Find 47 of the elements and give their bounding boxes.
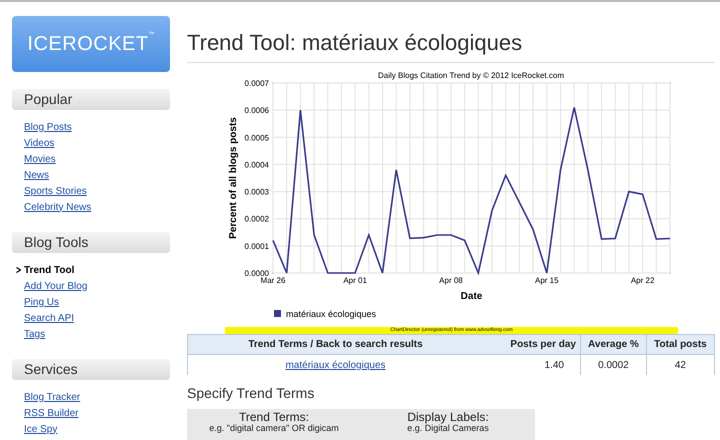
column-header: Total posts <box>646 334 714 354</box>
x-tick-label: Mar 26 <box>260 276 286 285</box>
sidebar-link[interactable]: Sports Stories <box>24 186 87 196</box>
y-tick-label: 0.0004 <box>244 160 269 170</box>
x-tick-label: Apr 01 <box>343 276 367 285</box>
y-tick-label: 0.0005 <box>244 133 269 142</box>
sidebar-link[interactable]: Ice Spy <box>24 424 58 434</box>
x-tick-label: Apr 08 <box>439 276 463 285</box>
sidebar-link[interactable]: Tags <box>24 328 46 340</box>
field-hint: e.g. "digital camera" OR digicam <box>209 424 339 434</box>
y-tick-label: 0.0000 <box>244 269 269 278</box>
sidebar-link[interactable]: Search API <box>24 312 74 324</box>
sidebar-link[interactable]: Blog Posts <box>24 122 72 132</box>
section-header: Popular <box>12 89 170 110</box>
sidebar-link[interactable]: RSS Builder <box>24 408 78 418</box>
field-label: Display Labels: <box>407 411 489 424</box>
sidebar-link[interactable]: Add Your Blog <box>24 280 88 292</box>
sidebar-link[interactable]: News <box>24 170 50 180</box>
x-tick-label: Apr 22 <box>630 276 654 285</box>
table-cell: 1.40 <box>483 354 580 375</box>
chart-title: Daily Blogs Citation Trend by © 2012 IceRocket.com <box>378 71 564 80</box>
x-axis-label: Date <box>460 291 482 302</box>
sidebar-link[interactable]: Celebrity News <box>24 202 92 212</box>
column-header: Trend Terms / Back to search results <box>188 334 483 354</box>
page-title: Trend Tool: matériaux écologiques <box>187 2 715 63</box>
sidebar-link[interactable]: Ping Us <box>24 296 60 308</box>
section-header: Services <box>12 359 170 380</box>
legend-label: matériaux écologiques <box>286 309 376 319</box>
sidebar-link[interactable]: Videos <box>24 138 54 148</box>
section-title: Specify Trend Terms <box>187 385 316 401</box>
column-header: Posts per day <box>483 334 580 354</box>
sidebar-link[interactable]: Blog Tracker <box>24 392 80 402</box>
y-tick-label: 0.0007 <box>244 79 269 88</box>
y-tick-label: 0.0003 <box>244 188 269 197</box>
sidebar-link[interactable]: Trend Tool <box>24 264 74 276</box>
sidebar-link[interactable]: Movies <box>24 154 56 164</box>
y-tick-label: 0.0002 <box>244 214 269 224</box>
y-tick-label: 0.0001 <box>244 242 269 251</box>
y-tick-label: 0.0006 <box>244 106 269 116</box>
column-header: Average % <box>580 334 646 354</box>
y-axis-label: Percent of all blogs posts <box>228 117 239 239</box>
section-header: Blog Tools <box>12 232 170 253</box>
field-label: Trend Terms: <box>238 411 310 424</box>
term-link[interactable]: matériaux écologiques <box>285 360 386 370</box>
field-hint: e.g. Digital Cameras <box>407 424 489 434</box>
x-tick-label: Apr 15 <box>535 276 559 285</box>
caret-icon <box>16 267 21 273</box>
